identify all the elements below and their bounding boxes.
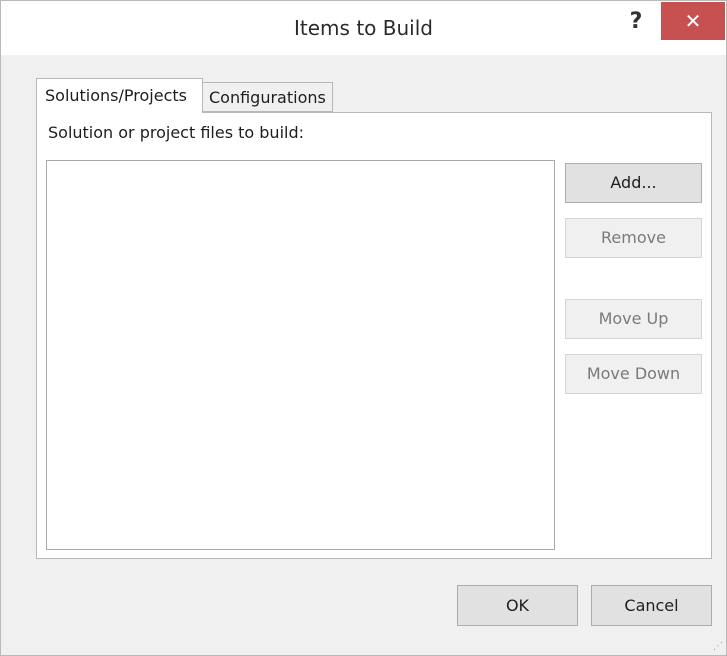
- files-to-build-label: Solution or project files to build:: [48, 123, 305, 142]
- close-icon[interactable]: ✕: [661, 2, 725, 40]
- remove-button[interactable]: Remove: [565, 218, 702, 258]
- ok-button[interactable]: OK: [457, 585, 578, 626]
- tab-solutions-projects[interactable]: Solutions/Projects: [36, 78, 203, 113]
- title-bar: Items to Build ? ✕: [1, 1, 726, 55]
- tab-configurations[interactable]: Configurations: [202, 82, 333, 112]
- add-button[interactable]: Add...: [565, 163, 702, 203]
- items-to-build-dialog: Items to Build ? ✕ Solutions/Projects Co…: [0, 0, 727, 656]
- files-listbox[interactable]: [46, 160, 555, 550]
- help-icon[interactable]: ?: [621, 5, 651, 39]
- move-down-button[interactable]: Move Down: [565, 354, 702, 394]
- window-title: Items to Build: [294, 16, 433, 40]
- resize-grip-icon[interactable]: ⋰: [713, 642, 723, 652]
- move-up-button[interactable]: Move Up: [565, 299, 702, 339]
- cancel-button[interactable]: Cancel: [591, 585, 712, 626]
